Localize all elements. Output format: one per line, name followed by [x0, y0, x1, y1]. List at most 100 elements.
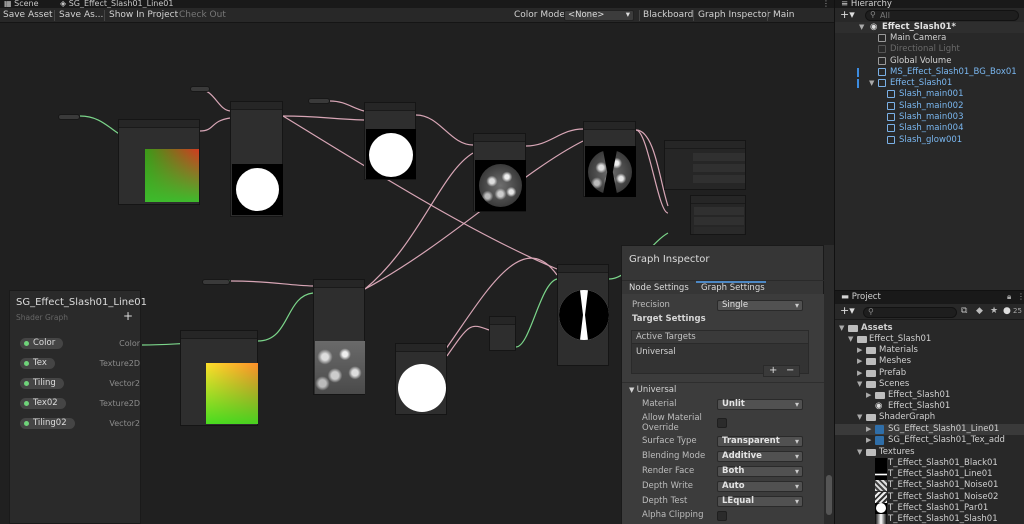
hierarchy-item-effect-slash01[interactable]: ▼ Effect_Slash01	[835, 78, 1024, 89]
surface-type-dropdown[interactable]: Transparent	[717, 436, 803, 447]
fragment-basecolor-block[interactable]	[694, 207, 744, 215]
project-scene-asset[interactable]: ◉ Effect_Slash01	[835, 401, 1024, 412]
project-texture-black01[interactable]: T_Effect_Slash01_Black01	[835, 458, 1024, 469]
hierarchy-item-slash-main003[interactable]: Slash_main003	[835, 112, 1024, 123]
show-in-project-button[interactable]: Show In Project	[106, 9, 181, 22]
sample-texture-2d-node[interactable]	[313, 279, 365, 395]
depth-test-dropdown[interactable]: LEqual	[717, 496, 803, 507]
save-asset-button[interactable]: Save Asset	[0, 9, 56, 22]
tiling02-property-node[interactable]	[202, 279, 230, 285]
create-plus-icon[interactable]: +▾	[840, 304, 855, 317]
hidden-packages-icon[interactable]: ●	[1003, 306, 1011, 316]
save-as-button[interactable]: Save As...	[56, 9, 106, 22]
vertex-normal-block[interactable]	[693, 164, 745, 172]
blackboard-property-color[interactable]: Color Color	[20, 338, 140, 349]
hierarchy-item-slash-main004[interactable]: Slash_main004	[835, 123, 1024, 134]
property-pill[interactable]: Tiling	[20, 378, 64, 389]
remove-target-minus-icon[interactable]: −	[786, 365, 794, 376]
depth-write-dropdown[interactable]: Auto	[717, 481, 803, 492]
hierarchy-item-main-camera[interactable]: Main Camera	[835, 33, 1024, 44]
panel-menu-icon[interactable]: ⋮	[1017, 292, 1024, 301]
fragment-alpha-block[interactable]	[694, 217, 744, 225]
project-folder-shadergraph[interactable]: ▼ ShaderGraph	[835, 412, 1024, 423]
multiply-node[interactable]	[583, 121, 636, 197]
hierarchy-search-input[interactable]: ⚲ All	[865, 10, 1019, 21]
property-pill[interactable]: Tex02	[20, 398, 66, 409]
blackboard-property-tex[interactable]: Tex Texture2D	[20, 358, 140, 369]
blackboard-property-tiling02[interactable]: Tiling02 Vector2	[20, 418, 140, 429]
create-plus-icon[interactable]: +▾	[840, 8, 855, 21]
hierarchy-item-bg-box[interactable]: MS_Effect_Slash01_BG_Box01	[835, 67, 1024, 78]
universal-section-foldout[interactable]: ▼ Universal	[629, 385, 676, 395]
precision-dropdown[interactable]: Single	[717, 300, 803, 311]
project-folder-scenes[interactable]: ▼ Scenes	[835, 379, 1024, 390]
project-texture-line01[interactable]: T_Effect_Slash01_Line01	[835, 469, 1024, 480]
tab-graph-settings[interactable]: Graph Settings	[701, 283, 765, 293]
project-folder-assets[interactable]: ▼ Assets	[835, 323, 1024, 334]
tiling-and-offset-node[interactable]	[180, 330, 258, 426]
inspector-scrollbar[interactable]	[824, 245, 834, 524]
project-shadergraph-line01[interactable]: ▶ SG_Effect_Slash01_Line01	[835, 424, 1024, 435]
project-search-input[interactable]: ⚲	[863, 307, 957, 318]
tab-menu-icon[interactable]: ⋮	[822, 0, 830, 8]
main-preview-toggle-button[interactable]: Main Preview	[770, 9, 834, 33]
project-folder-meshes[interactable]: ▶ Meshes	[835, 356, 1024, 367]
render-face-dropdown[interactable]: Both	[717, 466, 803, 477]
tab-project[interactable]: ▬ Project	[841, 292, 881, 302]
add-property-plus-icon[interactable]: +	[123, 310, 133, 322]
multiply-node[interactable]	[364, 102, 416, 180]
tex-property-node[interactable]	[190, 86, 210, 92]
project-folder-effect-slash01-scene[interactable]: ▶ Effect_Slash01	[835, 390, 1024, 401]
hierarchy-item-global-volume[interactable]: Global Volume	[835, 56, 1024, 67]
fragment-stack[interactable]	[690, 195, 746, 235]
texture-node[interactable]	[395, 343, 447, 415]
split-node[interactable]	[489, 316, 516, 351]
project-folder-prefab[interactable]: ▶ Prefab	[835, 368, 1024, 379]
tiling-property-node[interactable]	[58, 114, 80, 120]
project-folder-materials[interactable]: ▶ Materials	[835, 345, 1024, 356]
lock-icon[interactable]: 🔒︎	[1007, 292, 1011, 302]
tab-node-settings[interactable]: Node Settings	[629, 283, 689, 293]
material-dropdown[interactable]: Unlit	[717, 399, 803, 410]
vertex-stack[interactable]	[664, 140, 746, 190]
fragment-alphaclip-block[interactable]	[694, 227, 744, 234]
hierarchy-item-directional-light[interactable]: Directional Light	[835, 44, 1024, 55]
color-property-node[interactable]	[308, 98, 330, 104]
search-by-label-icon[interactable]: ◆	[976, 306, 983, 316]
project-texture-par01[interactable]: T_Effect_Slash01_Par01	[835, 503, 1024, 514]
sample-texture-2d-node[interactable]	[230, 101, 283, 217]
blackboard-toggle-button[interactable]: Blackboard	[640, 9, 696, 22]
active-target-item[interactable]: Universal	[632, 345, 808, 359]
vertex-position-block[interactable]	[693, 153, 745, 161]
project-shadergraph-tex-add[interactable]: ▶ SG_Effect_Slash01_Tex_add	[835, 435, 1024, 446]
hierarchy-item-slash-main001[interactable]: Slash_main001	[835, 89, 1024, 100]
project-folder-textures[interactable]: ▼ Textures	[835, 447, 1024, 458]
scrollbar-thumb[interactable]	[826, 475, 832, 515]
project-texture-noise02[interactable]: T_Effect_Slash01_Noise02	[835, 492, 1024, 503]
tiling-and-offset-node[interactable]	[118, 119, 200, 205]
alpha-clipping-checkbox[interactable]	[717, 511, 727, 521]
multiply-node[interactable]	[473, 133, 526, 212]
check-out-button[interactable]: Check Out	[176, 9, 229, 22]
vertex-tangent-block[interactable]	[693, 175, 745, 183]
tab-scene[interactable]: ▦ Scene	[4, 0, 39, 8]
hierarchy-item-slash-glow001[interactable]: Slash_glow001	[835, 135, 1024, 146]
graph-inspector-toggle-button[interactable]: Graph Inspector	[695, 9, 773, 22]
project-texture-noise01[interactable]: T_Effect_Slash01_Noise01	[835, 480, 1024, 491]
project-texture-slash01[interactable]: T_Effect_Slash01_Slash01	[835, 514, 1024, 524]
hierarchy-scene-row[interactable]: ▼ ◉ Effect_Slash01*	[835, 22, 1024, 33]
color-mode-select[interactable]: <None> ▾	[564, 10, 634, 21]
blending-mode-dropdown[interactable]: Additive	[717, 451, 803, 462]
blackboard-property-tiling[interactable]: Tiling Vector2	[20, 378, 140, 389]
multiply-node[interactable]	[557, 264, 609, 366]
property-pill[interactable]: Tex	[20, 358, 55, 369]
property-pill[interactable]: Color	[20, 338, 64, 349]
blackboard-property-tex02[interactable]: Tex02 Texture2D	[20, 398, 140, 409]
project-folder-effect-slash01[interactable]: ▼ Effect_Slash01	[835, 334, 1024, 345]
search-by-type-icon[interactable]: ⧉	[961, 306, 967, 316]
tab-shadergraph[interactable]: ◈ SG_Effect_Slash01_Line01	[60, 0, 173, 8]
saved-search-icon[interactable]: ★	[990, 306, 998, 316]
hierarchy-item-slash-main002[interactable]: Slash_main002	[835, 101, 1024, 112]
allow-material-override-checkbox[interactable]	[717, 418, 727, 428]
add-target-plus-icon[interactable]: +	[769, 365, 777, 376]
